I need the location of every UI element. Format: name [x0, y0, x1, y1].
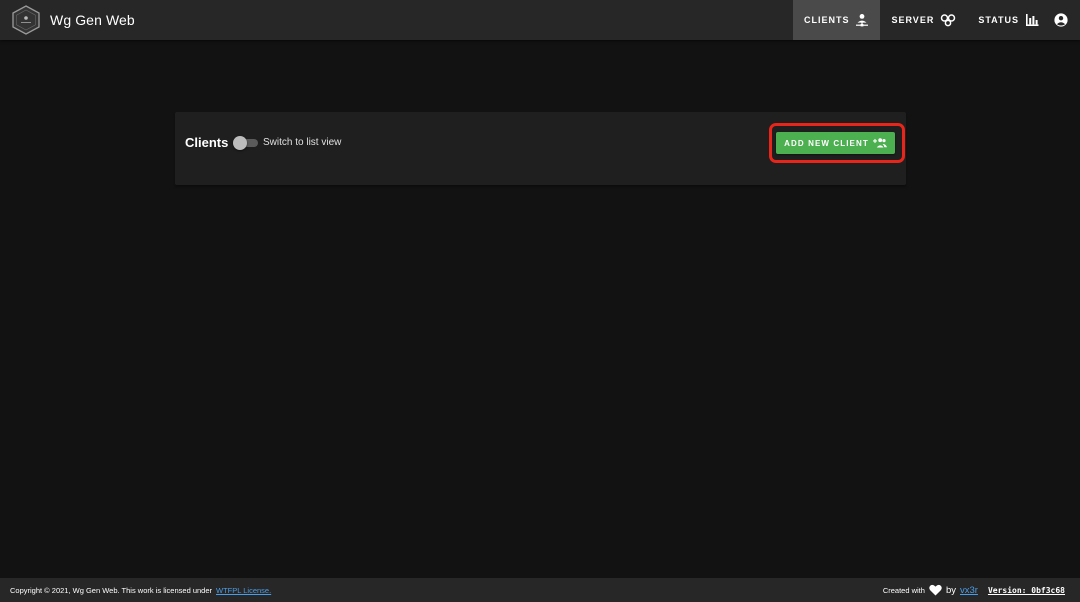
user-network-icon [856, 14, 869, 27]
copyright-text: Copyright © 2021, Wg Gen Web. This work … [10, 585, 213, 595]
list-view-switch-label[interactable]: Switch to list view [263, 137, 341, 148]
created-with-text: Created with [882, 585, 925, 595]
nav-clients-label: CLIENTS [803, 15, 850, 25]
account-multiple-plus-icon [872, 138, 887, 148]
heart-icon [929, 584, 942, 596]
license-link[interactable]: WTFPL License. [216, 586, 271, 595]
footer-left: Copyright © 2021, Wg Gen Web. This work … [0, 586, 271, 595]
account-button[interactable] [1050, 0, 1080, 40]
footer-right: Created with by vx3r Version: 0bf3c68 [883, 584, 1080, 596]
app-title: Wg Gen Web [50, 12, 135, 28]
app-bar: Wg Gen Web CLIENTS SERVER STATUS [0, 0, 1080, 40]
nav-clients-tab[interactable]: CLIENTS [792, 0, 881, 40]
account-circle-icon [1054, 13, 1068, 27]
top-nav: CLIENTS SERVER STATUS [792, 0, 1080, 40]
nav-status-label: STATUS [978, 15, 1019, 25]
nav-server-label: SERVER [891, 15, 935, 25]
bar-chart-icon [1026, 14, 1039, 26]
clients-card-title: Clients [185, 135, 229, 150]
add-new-client-label: ADD NEW CLIENT [784, 138, 869, 148]
list-view-switch[interactable] [233, 136, 259, 150]
brand[interactable]: Wg Gen Web [0, 0, 135, 40]
vpn-knot-icon [941, 14, 956, 27]
app-root: Wg Gen Web CLIENTS SERVER STATUS Clients… [0, 0, 1080, 602]
add-new-client-button[interactable]: ADD NEW CLIENT [776, 132, 895, 154]
switch-thumb [233, 136, 247, 150]
by-text: by [945, 584, 956, 596]
author-link[interactable]: vx3r [960, 585, 978, 596]
version-text: Version: 0bf3c68 [987, 585, 1065, 595]
nav-server-tab[interactable]: SERVER [880, 0, 967, 40]
footer: Copyright © 2021, Wg Gen Web. This work … [0, 578, 1080, 602]
nav-status-tab[interactable]: STATUS [967, 0, 1050, 40]
hexagon-logo-icon [12, 5, 40, 35]
